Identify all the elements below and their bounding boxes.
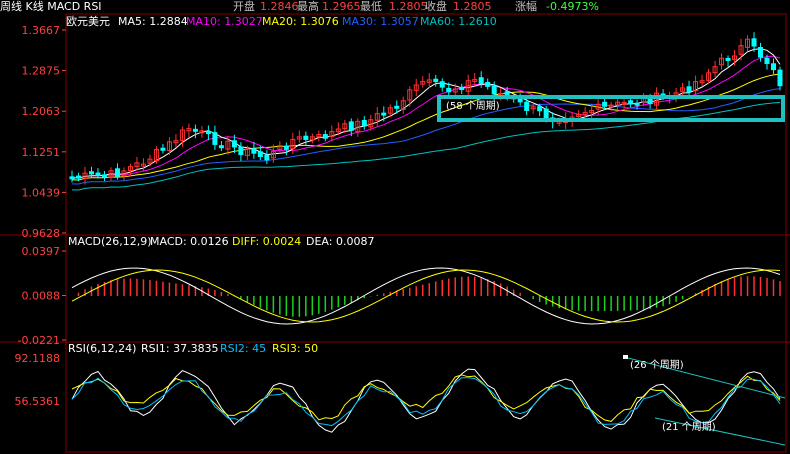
rsi-annotation-top: (26 个周期)	[630, 359, 684, 371]
candle-body	[647, 98, 653, 105]
rsi-marker	[623, 355, 628, 359]
ma30-line	[71, 88, 781, 185]
candle-body	[348, 121, 354, 131]
candle-body	[725, 57, 731, 61]
candle-body	[160, 147, 166, 151]
candle-body	[686, 86, 692, 93]
candle-body	[394, 105, 400, 109]
macd-tick-label: 0.0397	[22, 245, 61, 258]
candle-body	[283, 145, 289, 150]
ma10-line	[71, 55, 781, 179]
diff-line	[71, 267, 781, 325]
rsi-tick-label: 56.5361	[15, 395, 61, 408]
candle-body	[303, 135, 309, 140]
candle-body	[95, 172, 101, 176]
candle-body	[257, 151, 263, 158]
candle-body	[361, 120, 367, 127]
price-tick-label: 1.3667	[22, 24, 61, 37]
candle-body	[764, 57, 770, 64]
candle-body	[446, 87, 452, 93]
macd-legend-name: MACD(26,12,9)	[68, 235, 152, 248]
box-annotation: (58 个周期)	[446, 100, 500, 112]
candle-body	[433, 78, 439, 82]
candle-body	[634, 102, 640, 106]
legend-ma60: MA60: 1.2610	[420, 15, 497, 28]
candle-body	[491, 85, 497, 95]
macd-legend-diff: DIFF: 0.0024	[232, 235, 301, 248]
candle-body	[75, 175, 81, 179]
candle-body	[322, 134, 328, 139]
rsi-legend-name: RSI(6,12,24)	[68, 342, 136, 355]
candle-body	[751, 38, 757, 47]
candle-body	[758, 47, 764, 58]
chart-canvas: 1.3667 1.2875 1.2063 1.1251 1.0439 0.9628 0.03…	[0, 13, 790, 453]
rsi-legend-rsi3: RSI3: 50	[272, 342, 318, 355]
price-tick-label: 0.9628	[22, 227, 61, 240]
candle-body	[192, 128, 198, 132]
macd-legend-value: MACD: 0.0126	[150, 235, 229, 248]
candle-body	[537, 106, 543, 112]
candle-body	[218, 145, 224, 149]
candle-body	[771, 63, 777, 71]
legend-ma20: MA20: 1.3076	[262, 15, 339, 28]
price-tick-label: 1.0439	[22, 186, 61, 199]
price-tick-label: 1.2063	[22, 105, 61, 118]
macd-tick-label: -0.0221	[18, 334, 60, 347]
candle-body	[517, 98, 523, 103]
candle-body	[69, 176, 75, 180]
candle-body	[524, 101, 530, 111]
candle-body	[485, 81, 491, 87]
candle-body	[101, 174, 107, 178]
legend-ma30: MA30: 1.3057	[342, 15, 419, 28]
candle-body	[205, 131, 211, 135]
candle-body	[459, 86, 465, 91]
candle-body	[478, 77, 484, 84]
dea-line	[71, 269, 781, 323]
price-tick-label: 1.2875	[22, 65, 61, 78]
candle-body	[543, 108, 549, 119]
candle-body	[231, 140, 237, 148]
macd-legend-dea: DEA: 0.0087	[306, 235, 374, 248]
candle-body	[212, 132, 218, 145]
candle-body	[439, 81, 445, 88]
rsi-annotation-bottom: (21 个周期)	[662, 421, 716, 433]
candle-body	[114, 168, 120, 177]
legend-ma5: MA5: 1.2884	[118, 15, 188, 28]
macd-tick-label: 0.0088	[22, 290, 61, 303]
rsi2-line	[71, 377, 781, 427]
candle-body	[777, 69, 783, 87]
candle-body	[264, 154, 270, 161]
candle-body	[88, 171, 94, 175]
rsi-tick-label: 92.1188	[15, 352, 61, 365]
legend-symbol: 欧元美元	[66, 15, 110, 28]
candle-body	[602, 101, 608, 107]
candle-body	[251, 148, 257, 154]
rsi-legend-rsi1: RSI1: 37.3835	[141, 342, 219, 355]
candle-body	[628, 100, 634, 105]
rsi-legend-rsi2: RSI2: 45	[220, 342, 266, 355]
price-tick-label: 1.1251	[22, 146, 61, 159]
rsi3-line	[71, 374, 781, 422]
candle-body	[381, 112, 387, 116]
ma5-line	[71, 48, 781, 179]
candle-body	[238, 146, 244, 156]
legend-ma10: MA10: 1.3027	[186, 15, 263, 28]
